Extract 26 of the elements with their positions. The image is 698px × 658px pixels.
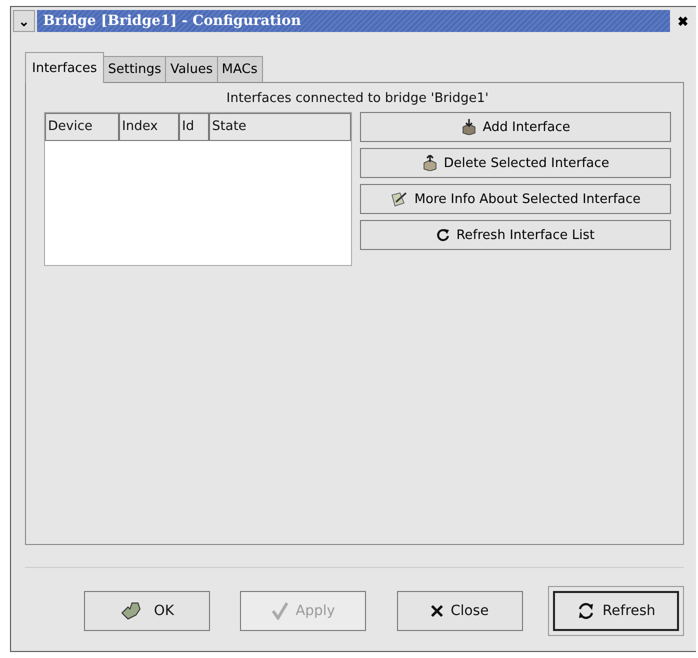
action-button[interactable]: Delete Selected Interface — [360, 148, 671, 178]
dialog-button[interactable]: Close — [396, 591, 523, 631]
column-header[interactable]: Id — [179, 113, 209, 141]
column-header[interactable]: Device — [45, 113, 119, 141]
tab[interactable]: Settings — [102, 56, 166, 82]
checkmark-icon — [272, 602, 288, 620]
close-button[interactable]: ✖ — [672, 10, 694, 32]
window-menu-button[interactable]: ⌄ — [13, 10, 35, 32]
refresh-icon — [436, 228, 450, 242]
window-title: Bridge [Bridge1] - Configuration — [43, 13, 302, 29]
box-arrow-icon — [422, 155, 438, 171]
section-heading: Interfaces connected to bridge 'Bridge1' — [225, 91, 490, 106]
action-button[interactable]: Add Interface — [360, 112, 671, 142]
tab[interactable]: Values — [165, 56, 218, 82]
dialog-button[interactable]: OK — [84, 591, 210, 631]
tab[interactable]: MACs — [216, 56, 263, 82]
column-header[interactable]: Index — [119, 113, 179, 141]
box-arrow-icon — [460, 119, 477, 135]
action-button[interactable]: More Info About Selected Interface — [360, 184, 671, 214]
action-button[interactable]: Refresh Interface List — [360, 220, 671, 250]
column-header[interactable]: State — [209, 113, 351, 141]
close-icon — [430, 605, 443, 617]
tab[interactable]: Interfaces — [25, 52, 104, 83]
dialog-button[interactable]: Refresh — [552, 591, 679, 631]
refresh-icon — [576, 602, 595, 620]
note-pencil-icon — [390, 191, 408, 207]
